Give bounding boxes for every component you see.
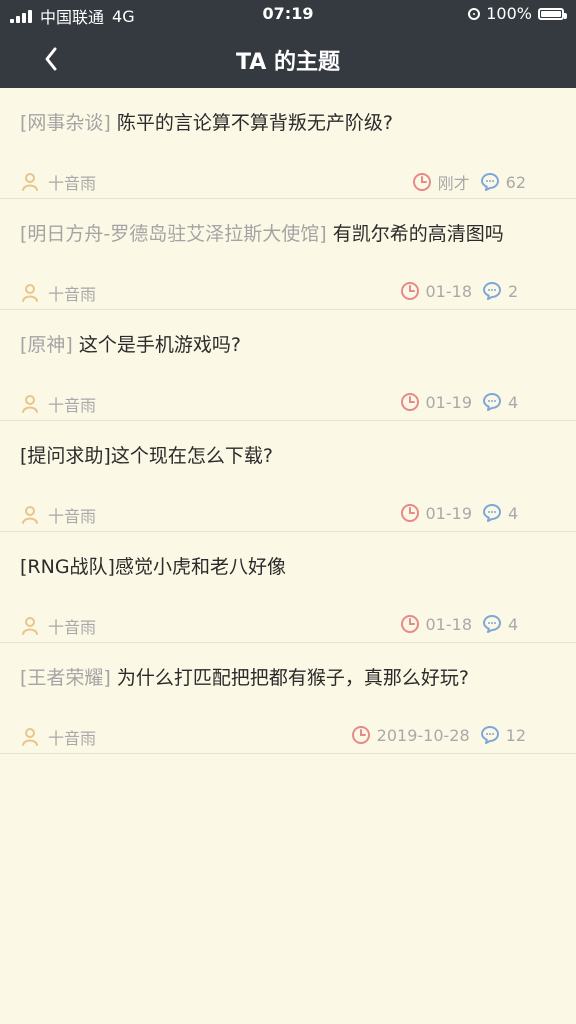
post-list: [网事杂谈] 陈平的言论算不算背叛无产阶级? 十音雨 刚才 62 [明日方舟-罗… <box>0 88 576 754</box>
author-name: 十音雨 <box>48 285 97 304</box>
user-icon <box>22 284 38 302</box>
page-title: TA 的主题 <box>236 50 340 75</box>
post-title[interactable]: [网事杂谈] 陈平的言论算不算背叛无产阶级? <box>20 110 548 136</box>
post-meta: 十音雨 01-18 4 <box>20 614 527 638</box>
author-info: 十音雨 <box>20 281 96 305</box>
post-title-text: 为什么打匹配把把都有猴子，真那么好玩? <box>116 667 469 689</box>
post-comments: 4 <box>482 392 526 412</box>
battery-label: 100% <box>486 4 532 23</box>
user-icon <box>22 728 38 746</box>
author-name: 十音雨 <box>48 618 97 637</box>
clock-icon <box>412 173 431 191</box>
post-title-text: 这个是手机游戏吗? <box>78 334 241 356</box>
post-time-label: 刚才 <box>437 174 470 193</box>
post-time: 刚才 <box>412 170 470 194</box>
user-icon <box>22 506 38 524</box>
clock-icon <box>400 615 419 633</box>
post-title-text: 陈平的言论算不算背叛无产阶级? <box>116 112 393 134</box>
post-stats: 01-19 4 <box>400 503 527 523</box>
comment-icon <box>483 504 501 522</box>
post-item[interactable]: [原神] 这个是手机游戏吗? 十音雨 01-19 4 <box>0 310 576 421</box>
clock-icon <box>400 282 419 300</box>
post-comments: 4 <box>482 503 526 523</box>
post-time: 01-18 <box>400 281 473 301</box>
clock-icon <box>400 393 419 411</box>
comment-count: 62 <box>505 172 526 192</box>
nav-bar: TA 的主题 <box>0 30 576 88</box>
post-time: 2019-10-28 <box>351 725 470 745</box>
post-stats: 2019-10-28 12 <box>351 725 526 745</box>
user-icon <box>22 173 38 191</box>
post-time: 01-19 <box>400 503 473 523</box>
post-item[interactable]: [王者荣耀] 为什么打匹配把把都有猴子，真那么好玩? 十音雨 2019-10-2… <box>0 643 576 754</box>
post-stats: 01-18 4 <box>400 614 527 634</box>
user-icon <box>22 617 38 635</box>
post-tag: [王者荣耀] <box>20 667 111 689</box>
post-item[interactable]: [RNG战队]感觉小虎和老八好像 十音雨 01-18 4 <box>0 532 576 643</box>
comment-count: 4 <box>508 503 519 523</box>
orientation-lock-icon <box>468 7 481 20</box>
post-title[interactable]: [提问求助]这个现在怎么下载? <box>20 443 548 469</box>
comment-count: 4 <box>508 614 519 634</box>
comment-icon <box>480 173 499 191</box>
post-comments: 4 <box>482 614 526 634</box>
post-item[interactable]: [提问求助]这个现在怎么下载? 十音雨 01-19 4 <box>0 421 576 532</box>
comment-icon <box>483 393 501 411</box>
post-comments: 62 <box>480 172 526 192</box>
clock-icon <box>351 726 370 744</box>
post-comments: 12 <box>480 725 526 745</box>
comment-icon <box>480 726 499 744</box>
user-icon <box>22 395 38 413</box>
post-title[interactable]: [原神] 这个是手机游戏吗? <box>20 332 548 358</box>
comment-count: 2 <box>508 281 519 301</box>
author-info: 十音雨 <box>20 725 96 749</box>
comment-icon <box>483 282 501 300</box>
author-info: 十音雨 <box>20 392 96 416</box>
post-time-label: 01-18 <box>425 281 473 301</box>
post-stats: 01-19 4 <box>400 392 527 412</box>
comment-icon <box>483 615 501 633</box>
comment-count: 4 <box>508 392 519 412</box>
author-name: 十音雨 <box>48 729 97 748</box>
post-time-label: 01-18 <box>425 614 473 634</box>
post-meta: 十音雨 01-19 4 <box>20 392 527 416</box>
post-meta: 十音雨 2019-10-28 12 <box>20 725 526 749</box>
post-time-label: 01-19 <box>425 503 473 523</box>
status-bar: 中国联通 4G 07:19 100% <box>0 0 576 30</box>
post-stats: 01-18 2 <box>400 281 527 301</box>
post-title-text: [提问求助]这个现在怎么下载? <box>20 445 273 467</box>
comment-count: 12 <box>505 725 526 745</box>
author-name: 十音雨 <box>48 507 97 526</box>
author-info: 十音雨 <box>20 170 96 194</box>
post-meta: 十音雨 01-19 4 <box>20 503 527 527</box>
post-time-label: 2019-10-28 <box>376 725 470 745</box>
post-title-text: 有凯尔希的高清图吗 <box>332 223 504 245</box>
author-info: 十音雨 <box>20 614 96 638</box>
post-comments: 2 <box>482 281 526 301</box>
post-time: 01-18 <box>400 614 473 634</box>
post-tag: [原神] <box>20 334 73 356</box>
post-tag: [明日方舟-罗德岛驻艾泽拉斯大使馆] <box>20 223 327 245</box>
post-time-label: 01-19 <box>425 392 473 412</box>
post-title[interactable]: [王者荣耀] 为什么打匹配把把都有猴子，真那么好玩? <box>20 665 548 691</box>
author-name: 十音雨 <box>48 174 97 193</box>
post-title[interactable]: [RNG战队]感觉小虎和老八好像 <box>20 554 548 580</box>
post-title[interactable]: [明日方舟-罗德岛驻艾泽拉斯大使馆] 有凯尔希的高清图吗 <box>20 221 548 247</box>
post-item[interactable]: [明日方舟-罗德岛驻艾泽拉斯大使馆] 有凯尔希的高清图吗 十音雨 01-18 2 <box>0 199 576 310</box>
battery-icon <box>538 7 567 20</box>
post-item[interactable]: [网事杂谈] 陈平的言论算不算背叛无产阶级? 十音雨 刚才 62 <box>0 88 576 199</box>
author-name: 十音雨 <box>48 396 97 415</box>
post-meta: 十音雨 刚才 62 <box>20 170 526 194</box>
post-title-text: [RNG战队]感觉小虎和老八好像 <box>20 556 286 578</box>
post-tag: [网事杂谈] <box>20 112 111 134</box>
post-stats: 刚才 62 <box>412 170 526 194</box>
post-meta: 十音雨 01-18 2 <box>20 281 527 305</box>
post-time: 01-19 <box>400 392 473 412</box>
clock-icon <box>400 504 419 522</box>
author-info: 十音雨 <box>20 503 96 527</box>
status-right: 100% <box>468 4 567 23</box>
